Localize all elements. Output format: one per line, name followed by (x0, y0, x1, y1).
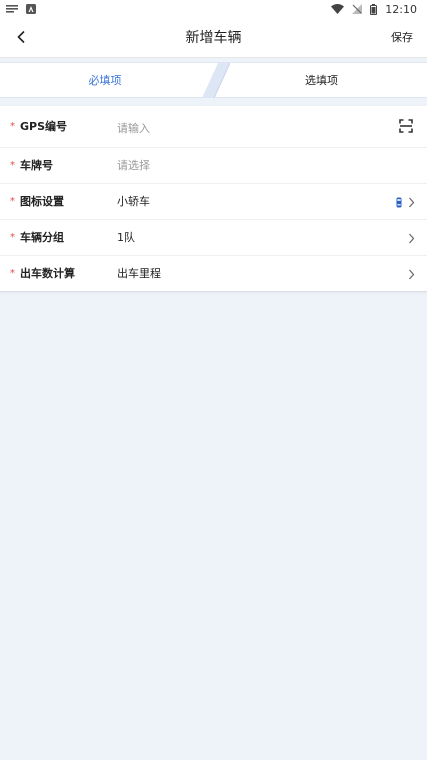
back-button[interactable] (10, 26, 34, 50)
form-row-group[interactable]: * 车辆分组 1队 (0, 220, 427, 256)
gps-input[interactable]: 请输入 (117, 106, 150, 152)
battery-icon (370, 3, 378, 15)
chevron-right-icon (408, 197, 415, 208)
save-button[interactable]: 保存 (391, 18, 413, 58)
status-bar: 12:10 (0, 0, 427, 18)
plate-select[interactable]: 请选择 (117, 148, 150, 184)
signal-off-icon (352, 4, 363, 14)
app-header: 新增车辆 保存 (0, 18, 427, 58)
row-right (399, 106, 413, 148)
required-mark: * (10, 268, 15, 279)
field-label-group: 车辆分组 (20, 231, 64, 244)
required-mark: * (10, 196, 15, 207)
status-time: 12:10 (385, 2, 417, 16)
tab-required[interactable]: 必填项 (0, 63, 210, 98)
page-title: 新增车辆 (185, 30, 242, 46)
field-label-gps: GPS编号 (20, 120, 68, 133)
wifi-icon (331, 4, 345, 14)
required-mark: * (10, 121, 15, 132)
notification-bars-icon (6, 5, 18, 13)
icon-value: 小轿车 (117, 195, 150, 208)
chevron-right-icon (408, 233, 415, 244)
field-label-icon: 图标设置 (20, 195, 64, 208)
vehicle-form: * GPS编号 请输入 * 车牌号 请选择 * 图标设置 小轿车 * 车辆分组 … (0, 106, 427, 292)
car-icon (396, 193, 402, 212)
status-left (6, 4, 36, 14)
form-tabs: 必填项 选填项 (0, 62, 427, 98)
field-label-plate: 车牌号 (20, 159, 53, 172)
form-row-icon[interactable]: * 图标设置 小轿车 (0, 184, 427, 220)
chevron-right-icon (408, 269, 415, 280)
android-auto-icon (26, 4, 36, 14)
row-right (408, 256, 415, 292)
calc-value: 出车里程 (117, 267, 161, 280)
form-row-gps[interactable]: * GPS编号 请输入 (0, 106, 427, 148)
row-right (396, 184, 415, 220)
status-right: 12:10 (331, 3, 417, 16)
tab-optional[interactable]: 选填项 (216, 63, 427, 98)
required-mark: * (10, 160, 15, 171)
row-right (408, 220, 415, 256)
group-value: 1队 (117, 231, 135, 244)
form-row-plate[interactable]: * 车牌号 请选择 (0, 148, 427, 184)
field-label-calc: 出车数计算 (20, 267, 75, 280)
required-mark: * (10, 232, 15, 243)
chevron-left-icon (16, 29, 28, 48)
form-row-calc[interactable]: * 出车数计算 出车里程 (0, 256, 427, 292)
scan-icon[interactable] (399, 118, 413, 137)
